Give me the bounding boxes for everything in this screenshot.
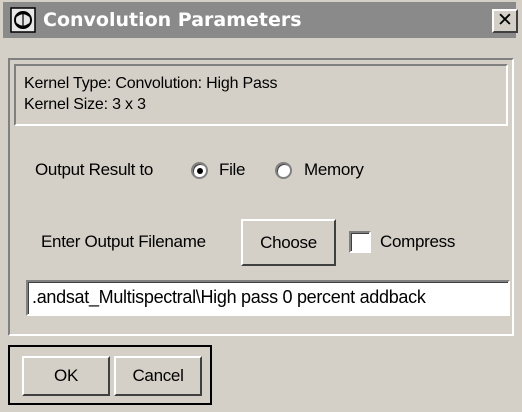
- compress-checkbox[interactable]: [349, 231, 371, 253]
- output-filename-input[interactable]: .andsat_Multispectral\High pass 0 percen…: [26, 280, 510, 316]
- close-button[interactable]: ✕: [492, 9, 518, 33]
- radio-memory[interactable]: [275, 162, 292, 179]
- radio-memory-label[interactable]: Memory: [304, 159, 364, 181]
- cancel-button[interactable]: Cancel: [114, 356, 202, 396]
- radio-selected-dot: [197, 168, 203, 174]
- app-icon: [10, 7, 36, 33]
- radio-file-label[interactable]: File: [219, 159, 246, 181]
- output-filename-label: Enter Output Filename: [41, 232, 206, 251]
- compress-label[interactable]: Compress: [380, 231, 455, 253]
- kernel-type-text: Kernel Type: Convolution: High Pass: [24, 75, 278, 92]
- close-icon: ✕: [497, 9, 513, 31]
- window-title: Convolution Parameters: [43, 9, 302, 31]
- choose-button[interactable]: Choose: [241, 219, 336, 266]
- ok-button[interactable]: OK: [22, 356, 110, 396]
- kernel-size-text: Kernel Size: 3 x 3: [24, 96, 146, 113]
- convolution-parameters-dialog: Convolution Parameters ✕ Kernel Type: Co…: [0, 0, 522, 412]
- title-bar[interactable]: Convolution Parameters ✕: [3, 2, 518, 38]
- radio-file[interactable]: [191, 162, 208, 179]
- output-result-label: Output Result to: [35, 160, 154, 179]
